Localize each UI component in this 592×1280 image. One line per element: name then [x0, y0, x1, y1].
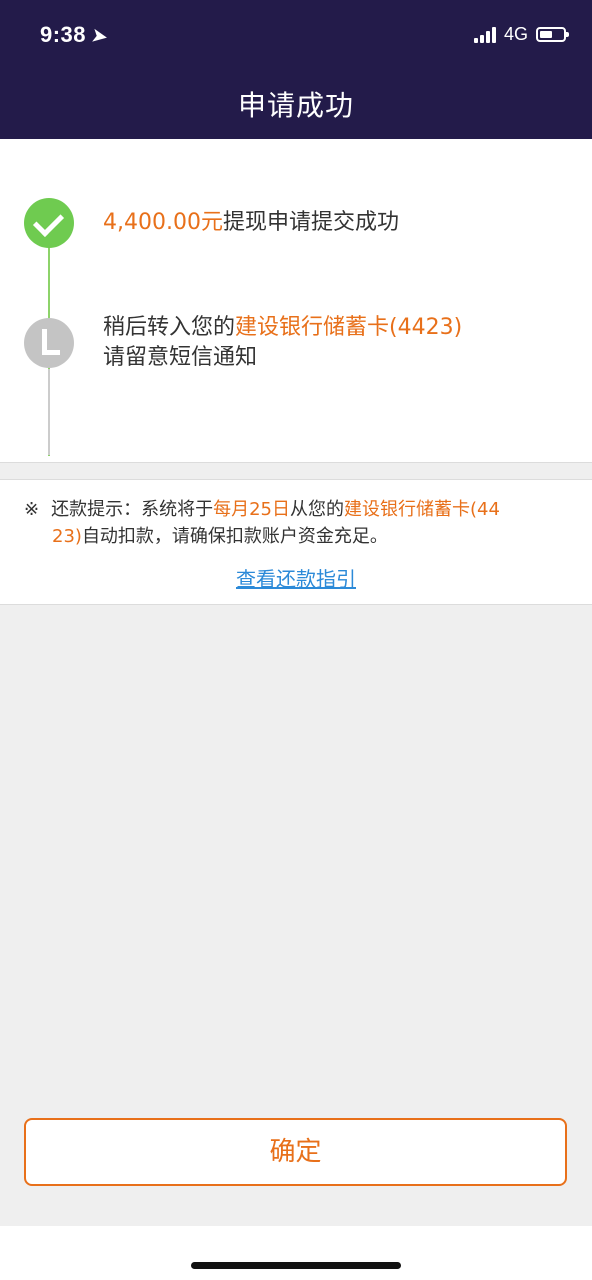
signal-icon: [473, 26, 496, 43]
top-bar: 9:38 ➤ 4G 申请成功: [0, 0, 592, 139]
step-connector-pending: [48, 369, 50, 455]
confirm-button[interactable]: 确定: [24, 1118, 567, 1186]
clock-icon: [24, 318, 74, 368]
status-time: 9:38 ➤: [40, 22, 110, 48]
notice-mid: 从您的: [290, 499, 344, 520]
repayment-notice: ※ 还款提示：系统将于每月25日从您的建设银行储蓄卡(44 23)自动扣款，请确保…: [0, 480, 592, 604]
repay-date: 每月25日: [213, 499, 290, 520]
notice-tail: 自动扣款，请确保扣款账户资金充足。: [81, 526, 388, 547]
page-title: 申请成功: [237, 89, 354, 122]
check-icon: [24, 198, 74, 248]
home-indicator[interactable]: [191, 1262, 401, 1269]
location-arrow-icon: ➤: [90, 24, 110, 48]
bank-card-name: 建设银行储蓄卡(4423): [235, 315, 463, 340]
time-text: 9:38: [40, 22, 87, 47]
progress-section: [0, 139, 592, 462]
repay-bank-part1: 建设银行储蓄卡(44: [344, 499, 500, 520]
step-transfer: 稍后转入您的建设银行储蓄卡(4423) 请留意短信通知: [103, 313, 462, 373]
notice-mark: ※: [24, 499, 40, 520]
repay-bank-part2: 23): [52, 526, 82, 547]
step-transfer-note: 请留意短信通知: [103, 345, 258, 370]
home-indicator-area: [0, 1226, 592, 1280]
step-transfer-prefix: 稍后转入您的: [103, 315, 236, 340]
notice-text: ※ 还款提示：系统将于每月25日从您的建设银行储蓄卡(44 23)自动扣款，请确保…: [24, 496, 564, 550]
repayment-guide-link[interactable]: 查看还款指引: [0, 563, 592, 592]
section-divider: [0, 462, 592, 480]
step-submitted-text: 提现申请提交成功: [222, 210, 399, 235]
withdraw-amount: 4,400.00元: [103, 210, 223, 235]
notice-label: 还款提示：系统将于: [51, 499, 214, 520]
battery-icon: [536, 27, 569, 42]
status-indicators: 4G: [473, 24, 569, 45]
network-type: 4G: [503, 24, 528, 44]
step-submitted: 4,400.00元提现申请提交成功: [103, 208, 399, 238]
